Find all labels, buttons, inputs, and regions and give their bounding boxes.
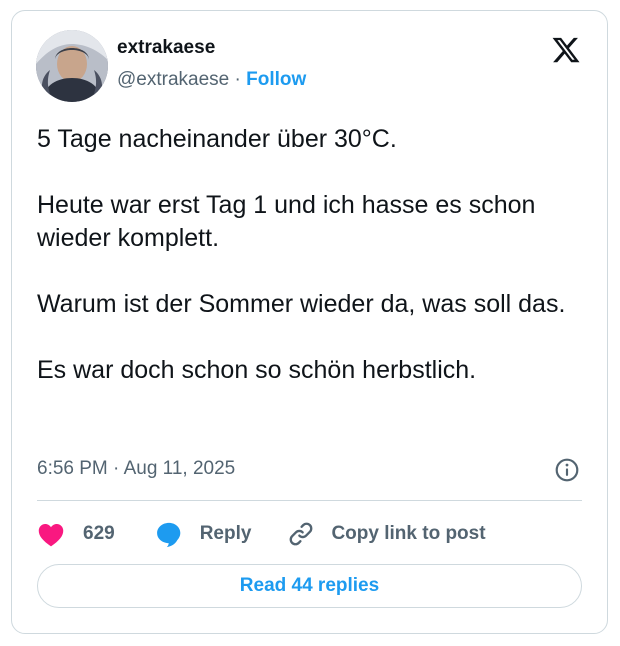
info-icon[interactable] bbox=[554, 457, 580, 483]
divider bbox=[37, 500, 582, 501]
handle-line: @extrakaese · Follow bbox=[117, 69, 306, 91]
handle-separator: · bbox=[234, 69, 241, 90]
x-logo-icon[interactable] bbox=[551, 35, 581, 65]
copy-link-button[interactable]: Copy link to post bbox=[287, 520, 486, 548]
tweet-card: extrakaese @extrakaese · Follow 5 Tage n… bbox=[11, 10, 608, 634]
user-avatar-image bbox=[36, 30, 108, 102]
tweet-timestamp[interactable]: 6:56 PM · Aug 11, 2025 bbox=[37, 458, 235, 480]
link-icon bbox=[290, 522, 313, 546]
reply-label: Reply bbox=[199, 523, 252, 544]
heart-icon bbox=[38, 523, 64, 547]
tweet-text: 5 Tage nacheinander über 30°C. Heute war… bbox=[37, 123, 587, 420]
like-button[interactable]: 629 bbox=[37, 521, 115, 547]
copy-link-label: Copy link to post bbox=[331, 523, 486, 544]
tweet-paragraph: Es war doch schon so schön herbstlich. bbox=[37, 356, 477, 384]
display-name[interactable]: extrakaese bbox=[117, 37, 215, 59]
read-replies-button[interactable]: Read 44 replies bbox=[37, 564, 582, 608]
tweet-paragraph: Heute war erst Tag 1 und ich hasse es sc… bbox=[37, 191, 536, 252]
action-bar: 629 Reply Copy link to post bbox=[37, 516, 486, 552]
like-count: 629 bbox=[83, 523, 115, 544]
avatar[interactable] bbox=[36, 30, 108, 102]
speech-bubble-icon bbox=[156, 522, 181, 548]
author-handle[interactable]: @extrakaese bbox=[117, 69, 229, 90]
reply-button[interactable]: Reply bbox=[155, 520, 252, 548]
tweet-paragraph: Warum ist der Sommer wieder da, was soll… bbox=[37, 290, 566, 318]
tweet-paragraph: 5 Tage nacheinander über 30°C. bbox=[37, 125, 397, 153]
follow-button[interactable]: Follow bbox=[246, 69, 306, 90]
